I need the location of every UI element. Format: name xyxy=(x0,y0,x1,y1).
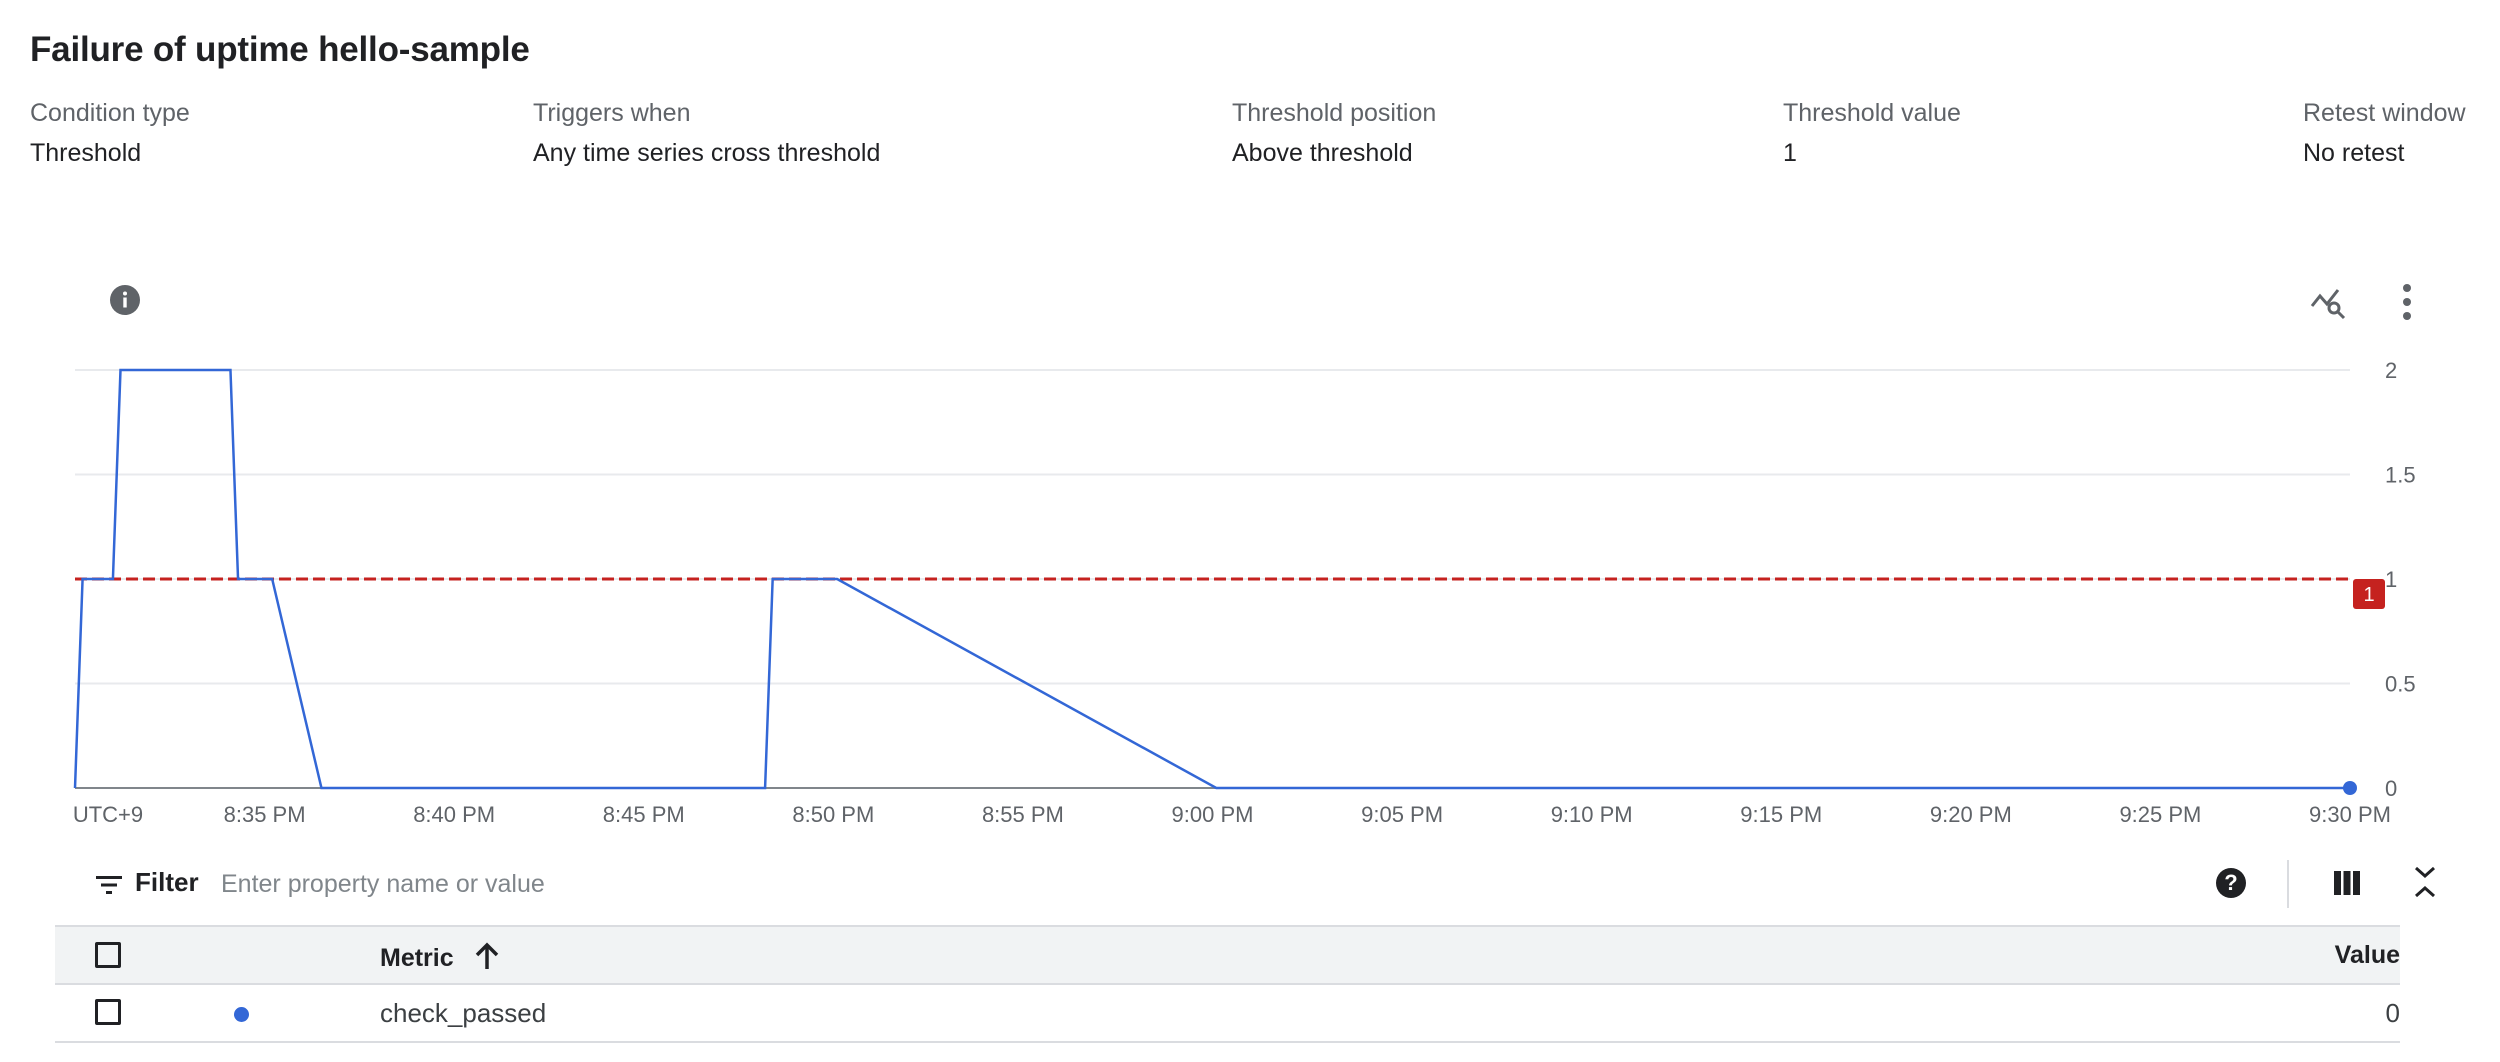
x-tick-label: 8:55 PM xyxy=(982,802,1064,827)
select-all-checkbox[interactable] xyxy=(95,942,121,968)
help-icon[interactable]: ? xyxy=(2214,866,2248,900)
metrics-table: Metric Value check_passed 0 xyxy=(55,925,2400,1043)
y-axis-ticks: 0 0.5 1 1.5 2 xyxy=(2385,358,2416,801)
arrow-upward-icon xyxy=(475,942,498,969)
column-display-icon[interactable] xyxy=(2330,866,2364,900)
value-column-header[interactable]: Value xyxy=(2335,941,2400,970)
x-tick-label: 9:00 PM xyxy=(1172,802,1254,827)
x-tick-label: 8:45 PM xyxy=(603,802,685,827)
filter-bar: Filter xyxy=(55,855,2405,915)
metric-column-header[interactable]: Metric xyxy=(380,941,501,973)
svg-text:?: ? xyxy=(2224,870,2237,895)
collapse-icon[interactable] xyxy=(2408,862,2442,902)
y-tick-label: 1.5 xyxy=(2385,463,2416,488)
table-header: Metric Value xyxy=(55,925,2400,985)
x-tick-label: 8:35 PM xyxy=(224,802,306,827)
y-tick-label: 2 xyxy=(2385,358,2397,383)
toolbar-separator xyxy=(2287,860,2289,908)
threshold-badge: 1 xyxy=(2353,579,2385,609)
chart-gridlines xyxy=(75,369,2350,685)
x-tick-label: 9:10 PM xyxy=(1551,802,1633,827)
x-tick-label: 9:30 PM xyxy=(2309,802,2391,827)
threshold-badge-label: 1 xyxy=(2363,584,2374,606)
x-tick-label: 9:25 PM xyxy=(2119,802,2201,827)
x-axis-ticks: UTC+9 8:35 PM 8:40 PM 8:45 PM 8:50 PM 8:55 PM… xyxy=(73,802,2391,827)
x-tick-label: UTC+9 xyxy=(73,802,143,827)
y-tick-label: 0.5 xyxy=(2385,672,2416,697)
x-tick-label: 9:15 PM xyxy=(1740,802,1822,827)
row-metric: check_passed xyxy=(380,998,547,1028)
filter-label: Filter xyxy=(135,867,199,897)
x-tick-label: 9:05 PM xyxy=(1361,802,1443,827)
uptime-chart: 0 0.5 1 1.5 2 UTC+9 8:35 PM 8:40 PM 8:45 PM 8:50… xyxy=(73,358,2416,827)
metric-column-label: Metric xyxy=(380,944,454,972)
x-tick-label: 8:40 PM xyxy=(413,802,495,827)
filter-icon[interactable] xyxy=(93,869,125,901)
x-tick-label: 8:50 PM xyxy=(792,802,874,827)
y-tick-label: 0 xyxy=(2385,776,2397,801)
series-layer xyxy=(73,368,2357,795)
table-row[interactable]: check_passed 0 xyxy=(55,985,2400,1043)
row-checkbox[interactable] xyxy=(95,999,121,1025)
series-color-dot xyxy=(234,1007,249,1022)
filter-input[interactable] xyxy=(221,861,2021,907)
row-value: 0 xyxy=(2385,998,2400,1028)
y-tick-label: 1 xyxy=(2385,567,2397,592)
x-tick-label: 9:20 PM xyxy=(1930,802,2012,827)
series-last-point xyxy=(2343,781,2357,795)
